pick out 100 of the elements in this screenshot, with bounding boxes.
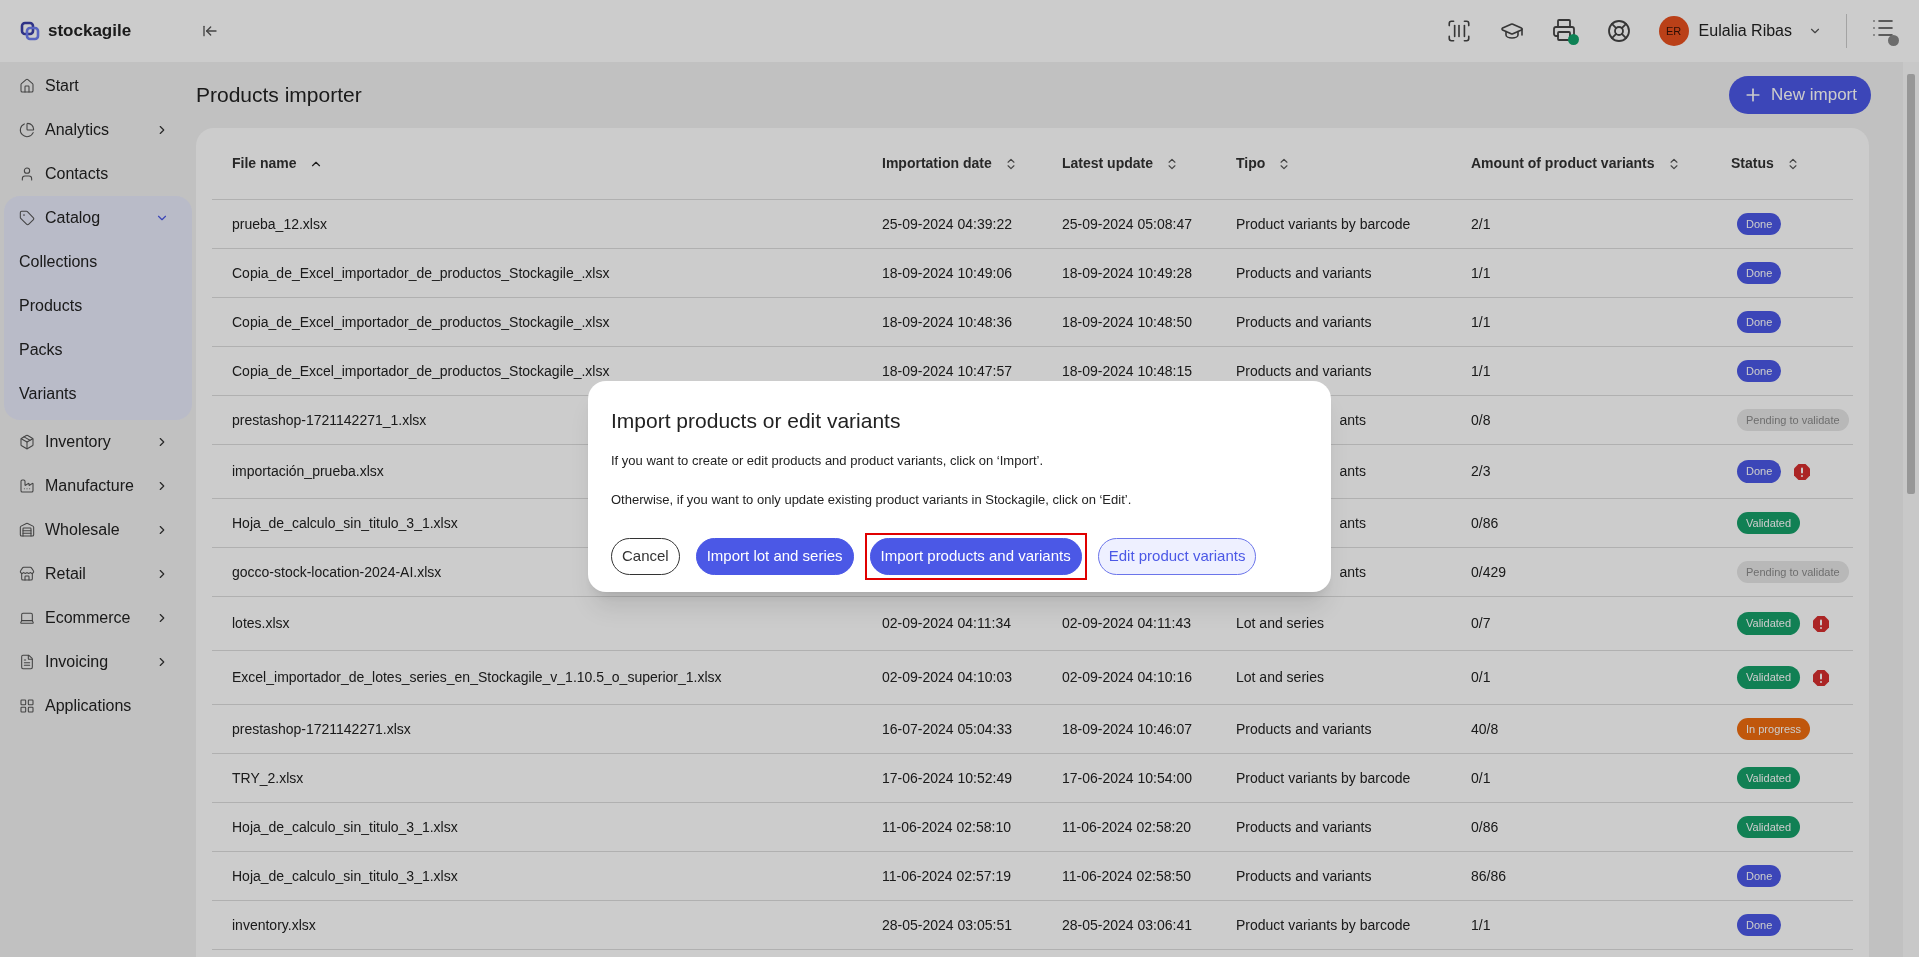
table-cell: 28-05-2024 03:05:51 bbox=[882, 916, 1012, 933]
sidebar-item[interactable]: Invoicing bbox=[4, 640, 192, 684]
table-cell: Hoja_de_calculo_sin_titulo_3_1.xlsx bbox=[232, 867, 458, 884]
table-cell: 02-09-2024 04:10:03 bbox=[882, 669, 1012, 685]
status-badge: Validated bbox=[1737, 815, 1801, 839]
table-cell: 0/86 bbox=[1471, 818, 1499, 835]
table-cell: 18-09-2024 10:48:36 bbox=[882, 313, 1012, 330]
table-cell: 18-09-2024 10:47:57 bbox=[882, 362, 1012, 379]
laptop-icon bbox=[19, 610, 35, 626]
table-cell: prestashop-1721142271.xlsx bbox=[232, 720, 411, 737]
column-header[interactable]: Amount of product variants bbox=[1471, 153, 1655, 174]
sidebar-subitem[interactable]: Products bbox=[4, 284, 192, 328]
user-name: Eulalia Ribas bbox=[1698, 21, 1792, 41]
status-badge: Done bbox=[1737, 913, 1782, 937]
table-cell: 18-09-2024 10:49:06 bbox=[882, 264, 1012, 281]
column-header[interactable]: Latest update bbox=[1062, 153, 1153, 174]
status-badge: Validated bbox=[1737, 766, 1801, 790]
table-cell: importación_prueba.xlsx bbox=[232, 463, 384, 479]
table-cell-text: ants bbox=[1339, 562, 1366, 582]
sidebar-subitem[interactable]: Packs bbox=[4, 328, 192, 372]
table-cell: Products and variants bbox=[1236, 264, 1372, 281]
page-title: Products importer bbox=[196, 82, 362, 109]
table-cell-text: ants bbox=[1339, 513, 1366, 533]
table-cell: Products and variants bbox=[1236, 818, 1372, 835]
logo-icon bbox=[20, 21, 40, 41]
lifebuoy-icon[interactable] bbox=[1606, 19, 1631, 43]
table-cell: 1/1 bbox=[1471, 264, 1491, 281]
dialog-button[interactable]: Import products and variants bbox=[869, 537, 1082, 575]
table-cell: Excel_importador_de_lotes_series_en_Stockagile_v_1.10.5_o_superior_1.xlsx bbox=[232, 669, 722, 685]
table-cell: 02-09-2024 04:11:34 bbox=[882, 615, 1011, 631]
tag-icon bbox=[19, 210, 35, 226]
avatar: ER bbox=[1658, 16, 1689, 46]
sidebar-item[interactable]: Catalog bbox=[4, 196, 192, 240]
scrollbar[interactable] bbox=[1903, 62, 1919, 957]
printer-icon[interactable] bbox=[1551, 17, 1579, 45]
dialog-button[interactable]: Import lot and series bbox=[695, 537, 854, 575]
column-header[interactable]: Status bbox=[1731, 153, 1774, 174]
table-cell: 11-06-2024 02:58:50 bbox=[1062, 867, 1191, 884]
table-cell: 0/8 bbox=[1471, 411, 1491, 428]
table-cell: 25-09-2024 05:08:47 bbox=[1062, 215, 1192, 232]
status-badge: In progress bbox=[1737, 717, 1811, 741]
sidebar-item[interactable]: Manufacture bbox=[4, 464, 192, 508]
table-cell: Product variants by barcode bbox=[1236, 769, 1411, 786]
alert-icon bbox=[1793, 462, 1812, 481]
table-cell: 02-09-2024 04:11:43 bbox=[1062, 615, 1191, 631]
table-cell: Hoja_de_calculo_sin_titulo_3_1.xlsx bbox=[232, 818, 458, 835]
table-cell: 28-05-2024 03:06:41 bbox=[1062, 916, 1192, 933]
table-cell: lotes.xlsx bbox=[232, 615, 290, 631]
sidebar-item[interactable]: Analytics bbox=[4, 108, 192, 152]
sidebar-item[interactable]: Retail bbox=[4, 552, 192, 596]
table-cell: Products and variants bbox=[1236, 313, 1372, 330]
table-cell: 0/7 bbox=[1471, 615, 1491, 631]
table-cell: 11-06-2024 02:58:20 bbox=[1062, 818, 1191, 835]
table-cell: 18-09-2024 10:46:07 bbox=[1062, 720, 1192, 737]
sidebar-item[interactable]: Applications bbox=[4, 684, 192, 728]
table-cell: Hoja_de_calculo_sin_titulo_3_1.xlsx bbox=[232, 514, 458, 531]
sidebar-subitem[interactable]: Variants bbox=[4, 372, 192, 416]
table-cell: 0/1 bbox=[1471, 769, 1491, 786]
table-cell: 17-06-2024 10:52:49 bbox=[882, 769, 1012, 786]
table-cell: Copia_de_Excel_importador_de_productos_Stockagile_.xlsx bbox=[232, 313, 610, 330]
status-badge: Done bbox=[1737, 261, 1782, 285]
status-badge: Validated bbox=[1737, 511, 1801, 535]
pie-chart-icon bbox=[19, 122, 35, 138]
table-cell: 02-09-2024 04:10:16 bbox=[1062, 669, 1192, 685]
collapse-icon[interactable] bbox=[202, 23, 218, 39]
grid-icon bbox=[19, 698, 35, 714]
table-cell: Copia_de_Excel_importador_de_productos_Stockagile_.xlsx bbox=[232, 264, 610, 281]
sidebar-item[interactable]: Contacts bbox=[4, 152, 192, 196]
table-cell: 11-06-2024 02:57:19 bbox=[882, 867, 1011, 884]
table-cell: 1/1 bbox=[1471, 916, 1491, 933]
table-cell: 2/3 bbox=[1471, 463, 1491, 479]
new-import-button[interactable]: New import bbox=[1729, 76, 1871, 114]
column-header[interactable]: Importation date bbox=[882, 153, 992, 174]
sidebar-subitem[interactable]: Collections bbox=[4, 240, 192, 284]
table-cell: 18-09-2024 10:49:28 bbox=[1062, 264, 1192, 281]
box-icon bbox=[19, 434, 35, 450]
dialog-button[interactable]: Edit product variants bbox=[1097, 537, 1257, 575]
barcode-scan-icon[interactable] bbox=[1445, 18, 1472, 44]
sidebar-item[interactable]: Wholesale bbox=[4, 508, 192, 552]
table-cell: 11-06-2024 02:58:10 bbox=[882, 818, 1011, 835]
sidebar-item[interactable]: Ecommerce bbox=[4, 596, 192, 640]
table-cell: Copia_de_Excel_importador_de_productos_Stockagile_.xlsx bbox=[232, 362, 610, 379]
table-cell: Lot and series bbox=[1236, 615, 1324, 631]
dialog-button[interactable]: Cancel bbox=[611, 537, 680, 575]
table-cell: gocco-stock-location-2024-AI.xlsx bbox=[232, 563, 442, 580]
user-menu[interactable]: ER Eulalia Ribas bbox=[1658, 16, 1822, 46]
table-cell: Products and variants bbox=[1236, 867, 1372, 884]
table-cell-text: ants bbox=[1339, 462, 1366, 481]
sidebar-item[interactable]: Start bbox=[4, 64, 192, 108]
sidebar-item[interactable]: Inventory bbox=[4, 420, 192, 464]
table-cell-text: ants bbox=[1339, 410, 1366, 430]
table-cell: prestashop-1721142271_1.xlsx bbox=[232, 411, 427, 428]
table-cell: TRY_2.xlsx bbox=[232, 769, 304, 786]
column-header[interactable]: File name bbox=[232, 153, 297, 174]
table-cell: 86/86 bbox=[1471, 867, 1507, 884]
column-header[interactable]: Tipo bbox=[1236, 153, 1266, 174]
home-icon bbox=[19, 78, 35, 94]
table-cell: 16-07-2024 05:04:33 bbox=[882, 720, 1012, 737]
status-badge: Done bbox=[1737, 310, 1782, 334]
table-cell: inventory.xlsx bbox=[232, 916, 316, 933]
